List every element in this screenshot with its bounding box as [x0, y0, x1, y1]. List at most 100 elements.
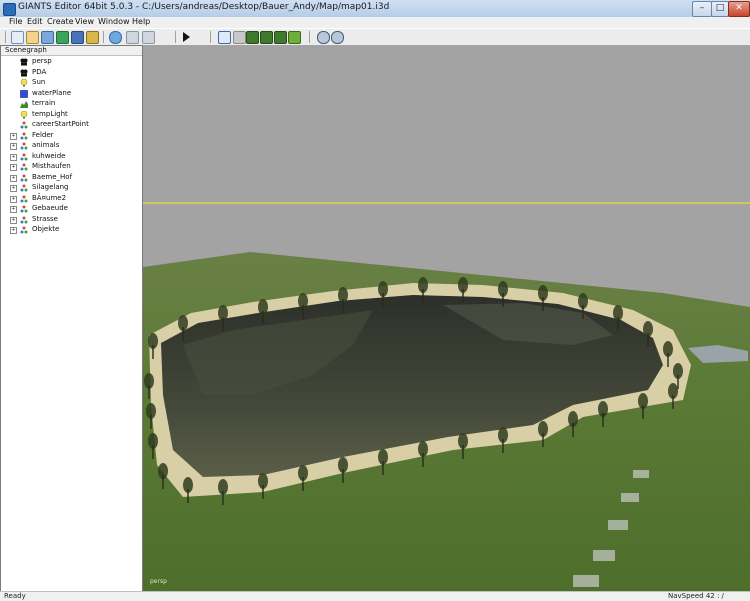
camera-icon — [20, 69, 28, 77]
scenegraph-node[interactable]: + kuhweide — [1, 152, 142, 162]
terrain-sculpt-icon[interactable] — [246, 31, 259, 44]
redo-icon[interactable] — [142, 31, 155, 44]
scenegraph-node-label: kuhweide — [32, 151, 66, 160]
scenegraph-node-label: BÃ¤ume2 — [32, 193, 67, 202]
menu-help[interactable]: Help — [132, 17, 150, 26]
shape-icon — [20, 89, 28, 98]
minimize-button[interactable]: – — [692, 1, 712, 17]
expand-toggle-icon[interactable]: + — [10, 143, 17, 150]
refresh-icon[interactable] — [109, 31, 122, 44]
foliage-paint-icon[interactable] — [288, 31, 301, 44]
scenegraph-node[interactable]: + Strasse — [1, 215, 142, 225]
scenegraph-node-label: tempLight — [32, 109, 68, 118]
expand-toggle-icon[interactable]: + — [10, 195, 17, 203]
app-icon — [3, 3, 16, 16]
settings-icon[interactable] — [317, 31, 330, 44]
maximize-button[interactable]: □ — [711, 1, 729, 17]
menu-bar: File Edit Create View Window Help — [0, 17, 750, 28]
expand-toggle-icon[interactable]: + — [10, 174, 17, 182]
new-icon[interactable] — [11, 31, 24, 44]
expand-toggle-icon[interactable]: + — [10, 153, 17, 161]
undo-icon[interactable] — [126, 31, 139, 44]
scenegraph-node-label: persp — [32, 57, 52, 65]
transform-group-icon — [20, 142, 28, 150]
scenegraph-node[interactable]: PDA — [1, 68, 142, 78]
select-tool-icon[interactable] — [218, 31, 231, 44]
toolbar-separator — [210, 31, 211, 43]
scenegraph-node-label: Gebaeude — [32, 204, 68, 212]
expand-toggle-icon[interactable]: + — [10, 216, 17, 224]
transform-group-icon — [20, 205, 28, 213]
scenegraph-node[interactable]: careerStartPoint — [1, 120, 142, 130]
save-icon[interactable] — [71, 31, 84, 44]
scenegraph-header: Scenegraph — [1, 46, 142, 56]
scenegraph-title: Scenegraph — [5, 46, 47, 54]
title-bar: GIANTS Editor 64bit 5.0.3 - C:/Users/and… — [0, 0, 750, 18]
transform-group-icon — [20, 153, 28, 161]
scenegraph-node-label: animals — [32, 141, 60, 149]
toolbar-separator — [103, 31, 104, 43]
window-title: GIANTS Editor 64bit 5.0.3 - C:/Users/and… — [18, 2, 390, 12]
nav-speed-readout: NavSpeed 42 : / — [668, 592, 724, 600]
scenegraph-node[interactable]: + animals — [1, 141, 142, 151]
transform-group-icon — [20, 195, 28, 203]
transform-group-icon — [20, 121, 28, 129]
viewport-scene — [143, 45, 750, 591]
scenegraph-node[interactable]: + Baeme_Hof — [1, 173, 142, 183]
scenegraph-node-label: Baeme_Hof — [32, 172, 73, 181]
play-icon[interactable] — [183, 32, 190, 42]
expand-toggle-icon[interactable]: + — [10, 206, 17, 213]
menu-file[interactable]: File — [9, 17, 22, 26]
menu-create[interactable]: Create — [47, 17, 74, 26]
export-icon[interactable] — [56, 31, 69, 44]
menu-view[interactable]: View — [75, 17, 94, 26]
scenegraph-node[interactable]: terrain — [1, 99, 142, 109]
import-icon[interactable] — [41, 31, 54, 44]
toolbar-separator — [175, 31, 176, 43]
3d-viewport[interactable]: persp — [143, 45, 750, 591]
menu-window[interactable]: Window — [98, 17, 130, 26]
scenegraph-node[interactable]: + Silagelang — [1, 183, 142, 193]
transform-group-icon — [20, 163, 28, 171]
transform-group-icon — [20, 132, 28, 140]
scenegraph-node[interactable]: + Felder — [1, 131, 142, 141]
scenegraph-node[interactable]: + Misthaufen — [1, 162, 142, 172]
expand-toggle-icon[interactable]: + — [10, 227, 17, 234]
toolbar-separator — [309, 31, 310, 43]
scenegraph-node-label: Silagelang — [32, 183, 69, 191]
transform-group-icon — [20, 184, 28, 192]
transform-group-icon — [20, 174, 28, 182]
close-button[interactable]: ✕ — [728, 1, 750, 17]
scenegraph-node-label: terrain — [32, 99, 56, 107]
scenegraph-node-label: PDA — [32, 67, 47, 76]
terrain-icon — [20, 100, 28, 108]
expand-toggle-icon[interactable]: + — [10, 185, 17, 192]
scenegraph-node-label: Strasse — [32, 214, 58, 223]
transform-group-icon — [20, 216, 28, 224]
expand-toggle-icon[interactable]: + — [10, 164, 17, 171]
scenegraph-node-label: Sun — [32, 78, 46, 86]
scenegraph-node-label: Felder — [32, 130, 54, 139]
scenegraph-node-label: careerStartPoint — [32, 120, 89, 128]
transform-group-icon — [20, 226, 28, 234]
scenegraph-node[interactable]: waterPlane — [1, 89, 142, 99]
scenegraph-node-label: waterPlane — [32, 88, 72, 97]
open-icon[interactable] — [26, 31, 39, 44]
expand-toggle-icon[interactable]: + — [10, 132, 17, 140]
save-all-icon[interactable] — [86, 31, 99, 44]
scenegraph-node[interactable]: persp — [1, 57, 142, 67]
render-settings-icon[interactable] — [331, 31, 344, 44]
toolbar-separator — [5, 31, 6, 43]
scenegraph-node[interactable]: + BÃ¤ume2 — [1, 194, 142, 204]
scenegraph-node[interactable]: + Gebaeude — [1, 204, 142, 214]
scenegraph-node[interactable]: tempLight — [1, 110, 142, 120]
status-text: Ready — [4, 592, 26, 600]
terrain-paint-icon[interactable] — [260, 31, 273, 44]
light-icon — [20, 110, 28, 119]
menu-edit[interactable]: Edit — [27, 17, 43, 26]
camera-label: persp — [150, 578, 167, 585]
move-tool-icon[interactable] — [233, 31, 246, 44]
terrain-smooth-icon[interactable] — [274, 31, 287, 44]
scenegraph-node[interactable]: + Objekte — [1, 225, 142, 235]
scenegraph-node[interactable]: Sun — [1, 78, 142, 88]
